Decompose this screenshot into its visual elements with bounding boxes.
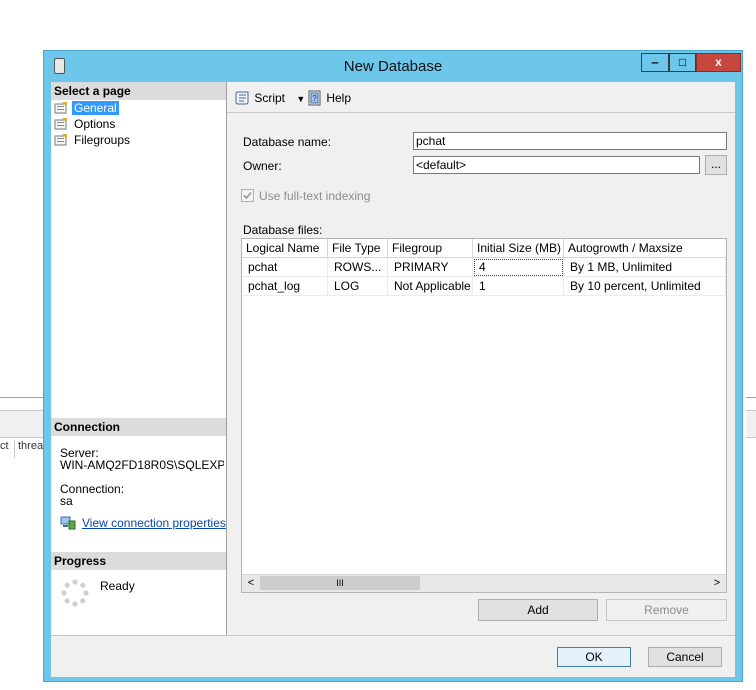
database-name-label: Database name: xyxy=(243,135,332,149)
browse-owner-button[interactable]: ... xyxy=(705,155,727,175)
background-cell: ct xyxy=(0,440,15,458)
column-header[interactable]: Initial Size (MB) xyxy=(473,239,564,258)
progress-header: Progress xyxy=(51,552,226,570)
server-label: Server: xyxy=(60,446,99,460)
svg-text:?: ? xyxy=(312,94,317,103)
chevron-down-icon[interactable]: ▼ xyxy=(296,94,305,104)
remove-button[interactable]: Remove xyxy=(606,599,727,621)
progress-spinner-icon xyxy=(61,579,89,607)
database-files-label: Database files: xyxy=(243,223,323,237)
owner-input[interactable]: <default> xyxy=(413,156,700,174)
table-cell[interactable]: pchat_log xyxy=(242,277,328,296)
cancel-button[interactable]: Cancel xyxy=(648,647,722,667)
window-title: New Database xyxy=(343,58,443,75)
help-button[interactable]: ? Help xyxy=(307,90,351,106)
checkbox-box[interactable] xyxy=(241,189,254,202)
background-divider xyxy=(0,397,44,398)
new-database-dialog: New Database ‒ □ x Select a page General xyxy=(43,50,743,682)
ok-button[interactable]: OK xyxy=(557,647,631,667)
column-header[interactable]: Logical Name xyxy=(242,239,328,258)
scroll-thumb[interactable]: III xyxy=(260,576,420,590)
script-icon xyxy=(235,91,249,105)
database-name-input[interactable]: pchat xyxy=(413,132,727,150)
title-bar[interactable]: New Database ‒ □ x xyxy=(44,51,742,82)
progress-status: Ready xyxy=(100,579,135,593)
table-cell[interactable]: pchat xyxy=(242,258,328,277)
page-item-general[interactable]: General xyxy=(54,100,119,116)
table-cell[interactable]: LOG xyxy=(328,277,388,296)
background-toolbar-right xyxy=(746,410,756,438)
fulltext-label: Use full-text indexing xyxy=(259,189,371,203)
select-page-header: Select a page xyxy=(51,82,226,100)
database-files-table[interactable]: Logical Name File Type Filegroup Initial… xyxy=(241,238,727,593)
left-pane: Select a page General Options Filegroups… xyxy=(51,82,227,635)
maximize-icon: □ xyxy=(678,55,687,69)
scroll-left-button[interactable]: < xyxy=(244,576,258,590)
minimize-button[interactable]: ‒ xyxy=(641,53,669,72)
horizontal-scrollbar[interactable]: < III > xyxy=(242,574,726,592)
close-button[interactable]: x xyxy=(696,53,741,72)
table-cell[interactable]: PRIMARY xyxy=(388,258,473,277)
column-header[interactable]: Filegroup xyxy=(388,239,473,258)
background-divider-right xyxy=(746,397,756,398)
page-icon xyxy=(54,134,67,146)
server-value: WIN-AMQ2FD18R0S\SQLEXPRE xyxy=(60,459,224,471)
help-label: Help xyxy=(326,91,352,105)
table-cell[interactable]: 4 xyxy=(473,258,564,277)
background-toolbar xyxy=(0,410,44,438)
check-icon xyxy=(243,191,252,200)
table-cell[interactable]: By 10 percent, Unlimited xyxy=(564,277,726,296)
table-cell[interactable]: By 1 MB, Unlimited xyxy=(564,258,726,277)
toolbar: Script ▼ ? Help xyxy=(227,82,735,113)
page-icon xyxy=(54,118,67,130)
table-cell[interactable]: 1 xyxy=(473,277,564,296)
minimize-icon: ‒ xyxy=(651,55,659,69)
dialog-client: Select a page General Options Filegroups… xyxy=(51,82,735,677)
maximize-button[interactable]: □ xyxy=(669,53,696,72)
script-label: Script xyxy=(254,91,286,105)
page-item-filegroups[interactable]: Filegroups xyxy=(54,132,132,148)
connection-value: sa xyxy=(60,494,73,508)
page-label: General xyxy=(72,101,119,115)
scroll-right-button[interactable]: > xyxy=(710,576,724,590)
table-cell[interactable]: ROWS... xyxy=(328,258,388,277)
column-header[interactable]: File Type xyxy=(328,239,388,258)
add-button[interactable]: Add xyxy=(478,599,598,621)
view-connection-properties-link[interactable]: View connection properties xyxy=(82,516,226,530)
connection-properties-icon xyxy=(60,516,76,530)
column-header[interactable]: Autogrowth / Maxsize xyxy=(564,239,726,258)
page-item-options[interactable]: Options xyxy=(54,116,117,132)
close-icon: x xyxy=(715,55,722,69)
page-icon xyxy=(54,102,67,114)
dialog-button-bar: OK Cancel xyxy=(51,635,735,677)
page-label: Options xyxy=(74,117,116,131)
fulltext-checkbox[interactable]: Use full-text indexing xyxy=(241,189,370,203)
background-cell: threa xyxy=(18,440,45,458)
help-icon: ? xyxy=(308,90,321,106)
table-cell[interactable]: Not Applicable xyxy=(388,277,473,296)
connection-header: Connection xyxy=(51,418,226,436)
script-button[interactable]: Script ▼ xyxy=(235,90,305,106)
owner-label: Owner: xyxy=(243,159,282,173)
view-connection-properties[interactable]: View connection properties xyxy=(60,516,226,530)
page-label: Filegroups xyxy=(74,133,131,147)
